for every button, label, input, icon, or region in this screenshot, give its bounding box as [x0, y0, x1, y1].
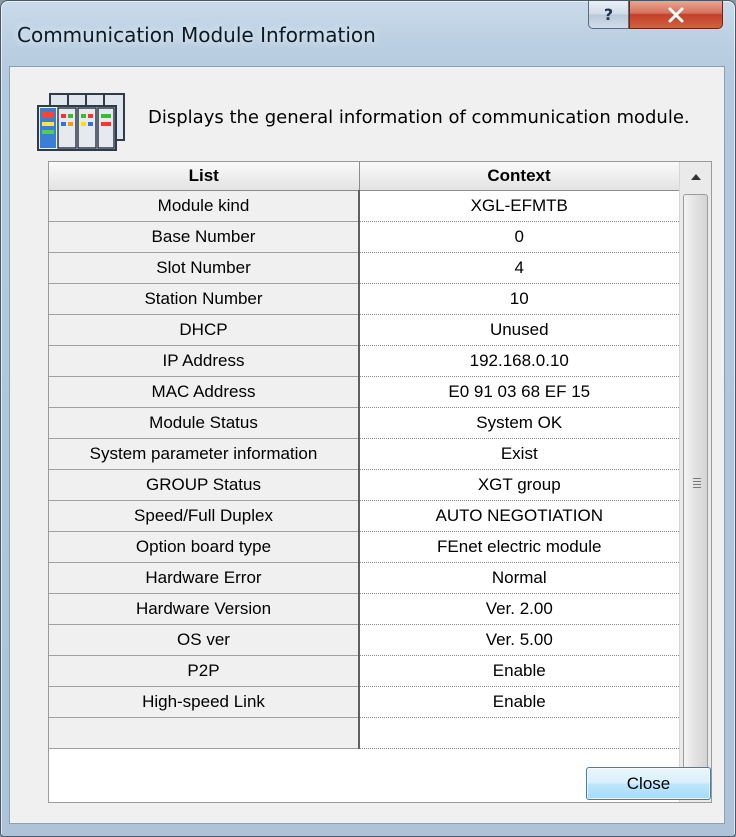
row-value: System OK	[359, 407, 680, 439]
close-button[interactable]: Close	[586, 767, 711, 800]
window-close-button[interactable]	[629, 1, 723, 29]
row-key: Base Number	[49, 221, 360, 253]
table-row-partial[interactable]	[49, 717, 680, 749]
row-key: Slot Number	[49, 252, 360, 284]
dialog-body: Displays the general information of comm…	[9, 66, 725, 824]
row-key: Hardware Version	[49, 593, 360, 625]
table-row[interactable]: Hardware Version Ver. 2.00	[49, 593, 680, 625]
table-row[interactable]: Hardware Error Normal	[49, 562, 680, 594]
row-key: GROUP Status	[49, 469, 360, 501]
table-row[interactable]: P2P Enable	[49, 655, 680, 687]
scroll-up-button[interactable]	[680, 162, 711, 192]
row-key: Option board type	[49, 531, 360, 563]
table-row[interactable]: System parameter information Exist	[49, 438, 680, 470]
row-value: Enable	[359, 655, 680, 687]
row-key	[49, 717, 360, 749]
row-value: 192.168.0.10	[359, 345, 680, 377]
row-value: Unused	[359, 314, 680, 346]
row-value: FEnet electric module	[359, 531, 680, 563]
window-title: Communication Module Information	[17, 23, 376, 47]
vertical-scrollbar[interactable]	[679, 162, 711, 802]
help-question-icon: ?	[603, 5, 614, 24]
close-x-icon	[668, 7, 684, 22]
column-header-context[interactable]: Context	[359, 162, 680, 191]
row-value: AUTO NEGOTIATION	[359, 500, 680, 532]
row-key: Speed/Full Duplex	[49, 500, 360, 532]
table-row[interactable]: Speed/Full Duplex AUTO NEGOTIATION	[49, 500, 680, 532]
plc-module-icon	[37, 93, 125, 151]
row-key: System parameter information	[49, 438, 360, 470]
row-value: 0	[359, 221, 680, 253]
table-row[interactable]: GROUP Status XGT group	[49, 469, 680, 501]
table-row[interactable]: Module kind XGL-EFMTB	[49, 190, 680, 222]
info-grid[interactable]: List Context Module kind XGL-EFMTB Base N…	[48, 161, 712, 803]
row-value	[359, 717, 680, 749]
row-value: XGT group	[359, 469, 680, 501]
row-key: P2P	[49, 655, 360, 687]
row-value: 4	[359, 252, 680, 284]
table-row[interactable]: Option board type FEnet electric module	[49, 531, 680, 563]
dialog-window: Communication Module Information ? Displ…	[0, 0, 736, 837]
table-row[interactable]: Base Number 0	[49, 221, 680, 253]
row-key: Module Status	[49, 407, 360, 439]
row-key: DHCP	[49, 314, 360, 346]
table-header-row: List Context	[49, 162, 680, 191]
row-value: XGL-EFMTB	[359, 190, 680, 222]
description-text: Displays the general information of comm…	[148, 107, 690, 128]
table-row[interactable]: Module Status System OK	[49, 407, 680, 439]
column-header-list[interactable]: List	[49, 162, 360, 191]
row-value: E0 91 03 68 EF 15	[359, 376, 680, 408]
row-key: High-speed Link	[49, 686, 360, 718]
row-value: Normal	[359, 562, 680, 594]
scroll-up-arrow-icon	[691, 174, 701, 180]
row-key: Hardware Error	[49, 562, 360, 594]
table-row[interactable]: IP Address 192.168.0.10	[49, 345, 680, 377]
scroll-thumb[interactable]	[683, 194, 708, 770]
table-row[interactable]: Station Number 10	[49, 283, 680, 315]
row-value: 10	[359, 283, 680, 315]
row-value: Ver. 5.00	[359, 624, 680, 656]
table-row[interactable]: DHCP Unused	[49, 314, 680, 346]
row-value: Exist	[359, 438, 680, 470]
table-row[interactable]: MAC Address E0 91 03 68 EF 15	[49, 376, 680, 408]
table-row[interactable]: OS ver Ver. 5.00	[49, 624, 680, 656]
info-table: List Context Module kind XGL-EFMTB Base N…	[49, 162, 680, 749]
row-key: MAC Address	[49, 376, 360, 408]
row-value: Ver. 2.00	[359, 593, 680, 625]
table-row[interactable]: Slot Number 4	[49, 252, 680, 284]
table-row[interactable]: High-speed Link Enable	[49, 686, 680, 718]
row-key: OS ver	[49, 624, 360, 656]
help-button[interactable]: ?	[588, 1, 629, 29]
row-value: Enable	[359, 686, 680, 718]
scroll-grip-icon	[693, 478, 701, 490]
row-key: IP Address	[49, 345, 360, 377]
row-key: Module kind	[49, 190, 360, 222]
row-key: Station Number	[49, 283, 360, 315]
